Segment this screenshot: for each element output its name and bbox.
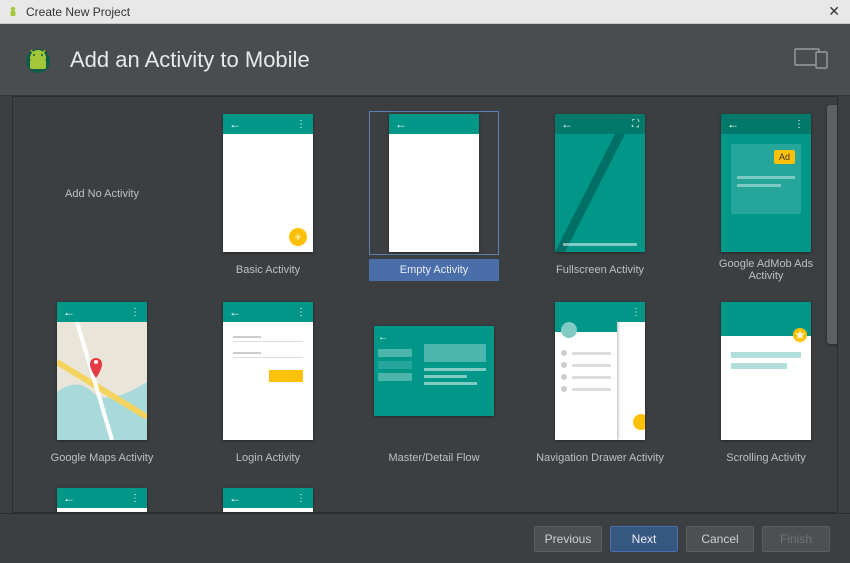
titlebar: Create New Project ✕ <box>0 0 850 24</box>
activity-label: Scrolling Activity <box>726 452 805 464</box>
wizard-footer: Previous Next Cancel Finish <box>0 513 850 563</box>
activity-option-navdrawer[interactable]: ⋮ Navigation Drawer Activity <box>525 299 675 469</box>
activity-option-basic[interactable]: ←⋮ + Basic Activity <box>193 111 343 281</box>
activity-label: Empty Activity <box>400 264 468 276</box>
scrollbar-thumb[interactable] <box>827 105 838 344</box>
activity-label: Google Maps Activity <box>51 452 154 464</box>
finish-button: Finish <box>762 526 830 552</box>
activity-option-masterdetail[interactable]: ← Master/Detail Flow <box>359 299 509 469</box>
previous-button[interactable]: Previous <box>534 526 602 552</box>
page-title: Add an Activity to Mobile <box>70 47 310 73</box>
android-studio-icon <box>6 5 20 19</box>
activity-label: Google AdMob Ads Activity <box>701 258 831 282</box>
wizard-header: Add an Activity to Mobile <box>0 24 850 96</box>
activity-gallery: Add No Activity ←⋮ + Basic Activity ← Em… <box>12 96 838 513</box>
activity-label: Basic Activity <box>236 264 300 276</box>
window-title: Create New Project <box>26 5 130 19</box>
cancel-button[interactable]: Cancel <box>686 526 754 552</box>
android-logo-icon <box>20 42 56 78</box>
activity-option-partial-2[interactable]: ←⋮ <box>193 487 343 513</box>
activity-option-maps[interactable]: ←⋮ Google Maps Activity <box>27 299 177 469</box>
activity-option-fullscreen[interactable]: ← ⛶ Fullscreen Activity <box>525 111 675 281</box>
ad-badge: Ad <box>774 150 795 164</box>
activity-option-login[interactable]: ←⋮ Login Activity <box>193 299 343 469</box>
activity-label: Login Activity <box>236 452 300 464</box>
activity-option-scrolling[interactable]: ★ Scrolling Activity <box>691 299 838 469</box>
activity-option-empty[interactable]: ← Empty Activity <box>359 111 509 281</box>
next-button[interactable]: Next <box>610 526 678 552</box>
activity-label: Fullscreen Activity <box>556 264 644 276</box>
activity-label: Navigation Drawer Activity <box>536 452 664 464</box>
activity-option-admob[interactable]: ←⋮ Ad Google AdMob Ads Activity <box>691 111 838 281</box>
activity-option-partial-1[interactable]: ←⋮ <box>27 487 177 513</box>
scrollbar[interactable] <box>827 105 835 504</box>
close-icon[interactable]: ✕ <box>824 3 844 20</box>
form-factor-icon <box>794 46 830 73</box>
activity-option-none[interactable]: Add No Activity <box>27 111 177 281</box>
activity-label: Master/Detail Flow <box>388 452 479 464</box>
fullscreen-icon: ⛶ <box>632 119 639 130</box>
